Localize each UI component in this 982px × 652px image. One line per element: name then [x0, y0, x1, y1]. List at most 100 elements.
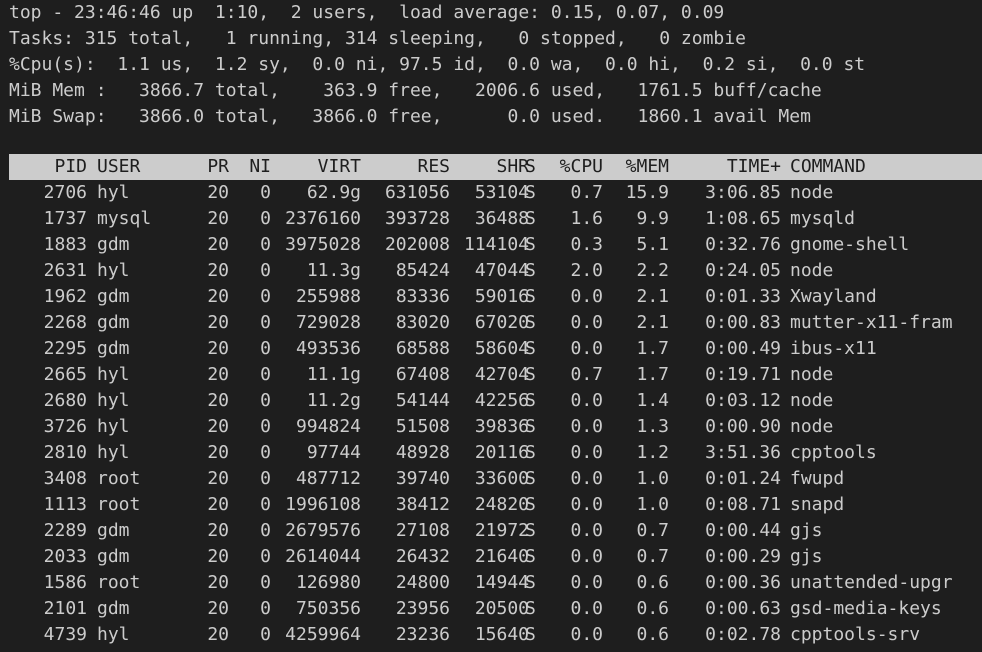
- table-row[interactable]: 2680 hyl 20 0 11.2g 54144 42256 S 0.0 1.4 0:03.12 n…: [9, 388, 982, 414]
- cell-pid: 2706: [43, 182, 87, 203]
- cell-pid: 2665: [43, 364, 87, 385]
- column-header-user: USER: [97, 156, 141, 177]
- cell-res: 631056: [384, 182, 450, 203]
- cell-cpu: 0.0: [570, 598, 603, 619]
- table-row[interactable]: 3726 hyl 20 0 994824 51508 39836 S 0.0 1.3 0:00.90…: [9, 414, 982, 440]
- cell-pr: 20: [207, 624, 229, 645]
- cell-virt: 487712: [295, 468, 361, 489]
- cell-ni: 0: [260, 520, 271, 541]
- table-row[interactable]: 2665 hyl 20 0 11.1g 67408 42704 S 0.7 1.7 0:19.71 n…: [9, 362, 982, 388]
- cell-shr: 42256: [474, 390, 529, 411]
- cell-mem: 5.1: [636, 234, 669, 255]
- cell-pr: 20: [207, 468, 229, 489]
- cell-pr: 20: [207, 286, 229, 307]
- cell-command: gjs: [790, 520, 823, 541]
- cell-virt: 1996108: [285, 494, 361, 515]
- column-header-command: COMMAND: [790, 156, 866, 177]
- cell-time: 0:03.12: [705, 390, 781, 411]
- cell-shr: 24820: [474, 494, 529, 515]
- cell-cpu: 0.0: [570, 338, 603, 359]
- cell-command: fwupd: [790, 468, 845, 489]
- cell-pr: 20: [207, 572, 229, 593]
- cpu-line: %Cpu(s): 1.1 us, 1.2 sy, 0.0 ni, 97.5 id…: [9, 54, 866, 75]
- cell-pr: 20: [207, 598, 229, 619]
- cell-user: hyl: [97, 182, 130, 203]
- cell-pr: 20: [207, 416, 229, 437]
- cell-res: 27108: [395, 520, 450, 541]
- cell-pr: 20: [207, 234, 229, 255]
- cell-user: gdm: [97, 312, 130, 333]
- cell-command: ibus-x11: [790, 338, 877, 359]
- cell-res: 54144: [395, 390, 450, 411]
- terminal-window[interactable]: top - 23:46:46 up 1:10, 2 users, load av…: [0, 0, 982, 652]
- cell-cpu: 0.0: [570, 416, 603, 437]
- table-row[interactable]: 2289 gdm 20 0 2679576 27108 21972 S 0.0 0.7 0:00.4…: [9, 518, 982, 544]
- cell-command: mysqld: [790, 208, 856, 229]
- cell-res: 23236: [395, 624, 450, 645]
- cell-user: hyl: [97, 442, 130, 463]
- cell-res: 48928: [395, 442, 450, 463]
- table-row[interactable]: 2295 gdm 20 0 493536 68588 58604 S 0.0 1.7 0:00.49…: [9, 336, 982, 362]
- cell-ni: 0: [260, 234, 271, 255]
- cell-ni: 0: [260, 312, 271, 333]
- cell-pr: 20: [207, 208, 229, 229]
- cell-time: 0:02.78: [705, 624, 781, 645]
- cell-user: root: [97, 494, 141, 515]
- cell-mem: 1.3: [636, 416, 669, 437]
- cell-shr: 58604: [474, 338, 529, 359]
- cell-ni: 0: [260, 182, 271, 203]
- swap-line: MiB Swap: 3866.0 total, 3866.0 free, 0.0…: [9, 106, 811, 127]
- table-row[interactable]: 3408 root 20 0 487712 39740 33600 S 0.0 1.0 0:01.2…: [9, 466, 982, 492]
- cell-cpu: 0.0: [570, 546, 603, 567]
- cell-mem: 15.9: [625, 182, 669, 203]
- cell-pr: 20: [207, 182, 229, 203]
- cell-cpu: 0.0: [570, 390, 603, 411]
- cell-command: gnome-shell: [790, 234, 910, 255]
- table-row[interactable]: 2810 hyl 20 0 97744 48928 20116 S 0.0 1.2 3:51.36 c…: [9, 440, 982, 466]
- cell-shr: 42704: [474, 364, 529, 385]
- cell-res: 26432: [395, 546, 450, 567]
- cell-pid: 4739: [43, 624, 87, 645]
- cell-command: gjs: [790, 546, 823, 567]
- cell-mem: 1.2: [636, 442, 669, 463]
- cell-s: S: [525, 312, 536, 333]
- cell-command: cpptools-srv: [790, 624, 921, 645]
- cell-command: node: [790, 364, 834, 385]
- table-row[interactable]: 1586 root 20 0 126980 24800 14944 S 0.0 0.6 0:00.3…: [9, 570, 982, 596]
- table-row[interactable]: 1737 mysql 20 0 2376160 393728 36488 S 1.6 9.9 1:0…: [9, 206, 982, 232]
- cell-virt: 11.1g: [306, 364, 361, 385]
- table-row[interactable]: 1883 gdm 20 0 3975028 202008 114104 S 0.3 5.1 0:32…: [9, 232, 982, 258]
- table-row[interactable]: 2706 hyl 20 0 62.9g 631056 53104 S 0.7 15.9 3:06.8…: [9, 180, 982, 206]
- cell-res: 51508: [395, 416, 450, 437]
- cell-mem: 0.7: [636, 546, 669, 567]
- cell-ni: 0: [260, 286, 271, 307]
- table-row[interactable]: 2631 hyl 20 0 11.3g 85424 47044 S 2.0 2.2 0:24.05 n…: [9, 258, 982, 284]
- table-row[interactable]: 2101 gdm 20 0 750356 23956 20500 S 0.0 0.6 0:00.63…: [9, 596, 982, 622]
- cell-s: S: [525, 468, 536, 489]
- cell-cpu: 0.0: [570, 468, 603, 489]
- cell-res: 83020: [395, 312, 450, 333]
- cell-virt: 2614044: [285, 546, 361, 567]
- cell-virt: 994824: [295, 416, 361, 437]
- cell-user: hyl: [97, 624, 130, 645]
- cell-shr: 20116: [474, 442, 529, 463]
- cell-user: gdm: [97, 520, 130, 541]
- cell-command: node: [790, 260, 834, 281]
- table-row[interactable]: 2033 gdm 20 0 2614044 26432 21640 S 0.0 0.7 0:00.2…: [9, 544, 982, 570]
- table-row[interactable]: 1962 gdm 20 0 255988 83336 59016 S 0.0 2.1 0:01.33…: [9, 284, 982, 310]
- cell-mem: 9.9: [636, 208, 669, 229]
- cell-mem: 1.7: [636, 338, 669, 359]
- column-header-time: TIME+: [726, 156, 781, 177]
- table-row[interactable]: 4739 hyl 20 0 4259964 23236 15640 S 0.0 0.6 0:02.7…: [9, 622, 982, 648]
- cell-res: 202008: [384, 234, 450, 255]
- cell-pid: 1962: [43, 286, 87, 307]
- cell-pr: 20: [207, 494, 229, 515]
- table-row[interactable]: 1113 root 20 0 1996108 38412 24820 S 0.0 1.0 0:08.…: [9, 492, 982, 518]
- cell-mem: 2.1: [636, 312, 669, 333]
- table-row[interactable]: 2268 gdm 20 0 729028 83020 67020 S 0.0 2.1 0:00.83…: [9, 310, 982, 336]
- cell-pid: 2101: [43, 598, 87, 619]
- cell-cpu: 0.3: [570, 234, 603, 255]
- cell-ni: 0: [260, 390, 271, 411]
- cell-pid: 2680: [43, 390, 87, 411]
- cell-time: 0:19.71: [705, 364, 781, 385]
